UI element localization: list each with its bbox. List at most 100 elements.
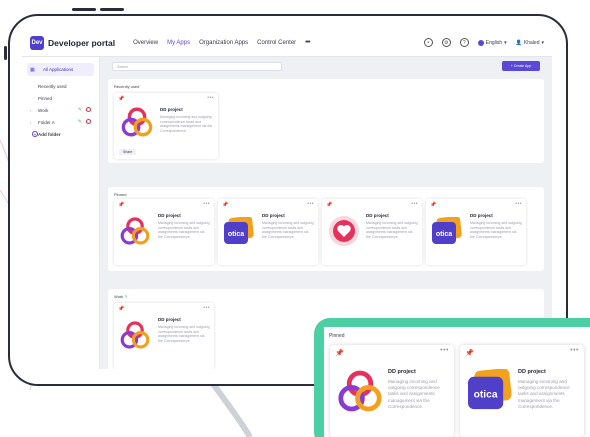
add-folder-button[interactable]: + Add folder bbox=[22, 128, 99, 140]
more-options-icon[interactable]: ••• bbox=[203, 201, 210, 207]
device-button bbox=[72, 8, 96, 11]
edit-icon[interactable]: ✎ bbox=[78, 119, 82, 125]
device-button bbox=[4, 46, 7, 60]
user-icon: 👤 bbox=[515, 39, 522, 46]
otica-logo-text: otica bbox=[436, 231, 452, 238]
app-logo-knot bbox=[119, 319, 151, 356]
create-app-button[interactable]: + Create App bbox=[502, 61, 540, 71]
app-description: Managing incoming and outgoing correspon… bbox=[518, 379, 570, 409]
app-logo-otica: otica bbox=[468, 368, 512, 416]
section-title-text: Work bbox=[114, 294, 124, 299]
app-logo-knot bbox=[336, 367, 384, 420]
nav-control-center[interactable]: Control Center bbox=[257, 40, 296, 46]
section-pinned: Pinned 📌 ••• DD project Managing incomin… bbox=[108, 187, 544, 271]
nav-my-apps[interactable]: My Apps bbox=[167, 40, 190, 46]
pin-icon[interactable]: 📌 bbox=[118, 306, 124, 312]
app-title: DD project bbox=[470, 213, 493, 218]
app-logo-knot bbox=[119, 215, 151, 252]
nav-organization-apps[interactable]: Organization Apps bbox=[199, 40, 248, 46]
edit-icon[interactable]: ✎ bbox=[78, 107, 82, 113]
help-icon[interactable]: ? bbox=[459, 38, 469, 47]
app-description: Managing incoming and outgoing correspon… bbox=[262, 221, 314, 240]
section-title: Recently used bbox=[114, 84, 140, 89]
grid-icon: ▦ bbox=[30, 66, 35, 73]
sidebar-item-label: Recently used bbox=[38, 83, 67, 89]
app-card[interactable]: 📌 ••• DD project Managing incoming and o… bbox=[322, 199, 422, 265]
chevron-down-icon: ▾ bbox=[541, 39, 544, 46]
bell-icon[interactable]: • bbox=[423, 38, 433, 47]
app-logo[interactable]: Dev bbox=[30, 35, 44, 50]
pin-icon[interactable]: 📌 bbox=[118, 96, 124, 102]
sidebar-item-folder-a[interactable]: › Folder A ✎ bbox=[22, 116, 99, 128]
app-description: Managing incoming and outgoing correspon… bbox=[158, 221, 210, 240]
language-selector[interactable]: English ▾ bbox=[477, 39, 507, 46]
sidebar-item-label: Add folder bbox=[38, 131, 61, 137]
brand-name[interactable]: Developer portal bbox=[48, 38, 115, 48]
app-description: Managing incoming and outgoing correspon… bbox=[160, 115, 213, 134]
app-card[interactable]: 📌 ••• otica DD project Managing incoming… bbox=[218, 199, 318, 265]
sidebar: ▦ All Applications Recently used Pinned … bbox=[22, 57, 100, 369]
app-card[interactable]: 📌 ••• DD project Managing incoming and o… bbox=[114, 303, 214, 369]
remove-icon[interactable] bbox=[86, 119, 91, 124]
pin-icon[interactable]: 📌 bbox=[335, 349, 344, 357]
app-title: DD project bbox=[262, 213, 285, 218]
nav-overview[interactable]: Overview bbox=[133, 40, 158, 46]
sidebar-item-label: Work bbox=[38, 107, 49, 113]
device-button bbox=[100, 8, 124, 11]
app-title: DD project bbox=[518, 369, 546, 375]
sidebar-item-label: Pinned bbox=[38, 95, 53, 101]
section-title: Pinned bbox=[114, 192, 127, 197]
sidebar-item-pinned[interactable]: Pinned bbox=[22, 92, 99, 104]
app-card[interactable]: 📌 ••• DD project Managing incoming and o… bbox=[114, 93, 218, 159]
section-title: Work ✎ bbox=[114, 294, 128, 299]
share-button[interactable]: Share bbox=[119, 149, 137, 155]
app-logo-otica: otica bbox=[224, 216, 254, 250]
sidebar-item-label: Folder A bbox=[38, 119, 55, 125]
nav-more-icon[interactable]: ••• bbox=[305, 39, 310, 46]
top-nav-bar: Dev Developer portal Overview My Apps Or… bbox=[22, 29, 552, 57]
sidebar-item-label: All Applications bbox=[43, 67, 74, 72]
sidebar-item-recently-used[interactable]: Recently used bbox=[22, 80, 99, 92]
more-options-icon[interactable]: ••• bbox=[307, 201, 314, 207]
pin-icon[interactable]: 📌 bbox=[326, 202, 332, 208]
pin-icon[interactable]: 📌 bbox=[465, 349, 474, 357]
app-title: DD project bbox=[366, 213, 389, 218]
more-options-icon[interactable]: ••• bbox=[207, 95, 214, 101]
edit-icon[interactable]: ✎ bbox=[124, 294, 127, 299]
app-card[interactable]: 📌 ••• otica DD project Managing incoming… bbox=[426, 199, 526, 265]
app-logo-otica: otica bbox=[432, 216, 462, 250]
chevron-right-icon: › bbox=[30, 107, 32, 113]
sidebar-item-all-applications[interactable]: ▦ All Applications bbox=[27, 63, 94, 76]
plus-icon: + bbox=[32, 131, 38, 137]
app-card[interactable]: 📌 ••• DD project Managing incoming and o… bbox=[330, 345, 454, 437]
app-card[interactable]: 📌 ••• otica DD project Managing incoming… bbox=[460, 345, 584, 437]
app-card[interactable]: 📌 ••• DD project Managing incoming and o… bbox=[114, 199, 214, 265]
globe-icon bbox=[477, 39, 484, 46]
pin-icon[interactable]: 📌 bbox=[430, 202, 436, 208]
app-title: DD project bbox=[158, 213, 181, 218]
more-options-icon[interactable]: ••• bbox=[570, 347, 579, 354]
more-options-icon[interactable]: ••• bbox=[203, 305, 210, 311]
user-name: Khaled bbox=[523, 39, 540, 46]
more-options-icon[interactable]: ••• bbox=[515, 201, 522, 207]
app-title: DD project bbox=[388, 369, 416, 375]
more-options-icon[interactable]: ••• bbox=[411, 201, 418, 207]
zoom-panel: Pinned 📌 ••• DD project Managing incomin… bbox=[324, 327, 590, 437]
more-options-icon[interactable]: ••• bbox=[440, 347, 449, 354]
app-description: Managing incoming and outgoing correspon… bbox=[366, 221, 418, 240]
sidebar-item-work[interactable]: › Work ✎ bbox=[22, 104, 99, 116]
chevron-right-icon: › bbox=[30, 119, 32, 125]
pin-icon[interactable]: 📌 bbox=[222, 202, 228, 208]
chevron-down-icon: ▾ bbox=[504, 39, 507, 46]
section-recently-used: Recently used 📌 ••• DD project Managing … bbox=[108, 79, 544, 163]
settings-icon[interactable]: ⚙ bbox=[441, 38, 451, 47]
search-input[interactable]: Search bbox=[112, 62, 282, 71]
otica-logo-text: otica bbox=[228, 231, 244, 238]
zoom-section-title: Pinned bbox=[329, 333, 345, 339]
pin-icon[interactable]: 📌 bbox=[118, 202, 124, 208]
otica-logo-text: otica bbox=[474, 389, 498, 400]
user-menu[interactable]: 👤 Khaled ▾ bbox=[516, 40, 544, 46]
app-description: Managing incoming and outgoing correspon… bbox=[158, 325, 210, 344]
app-logo-heart bbox=[328, 215, 360, 252]
remove-icon[interactable] bbox=[86, 107, 91, 112]
